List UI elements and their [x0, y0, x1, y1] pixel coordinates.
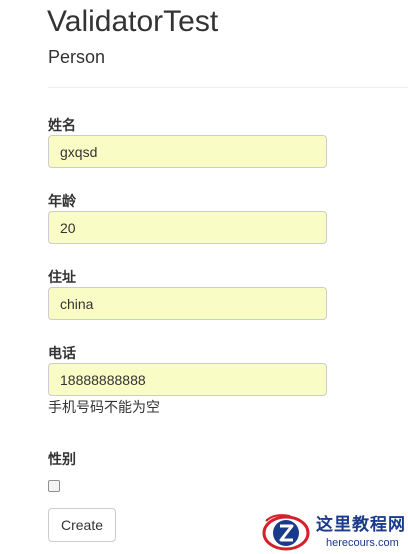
watermark: 这里教程网 herecours.com	[260, 511, 408, 554]
create-button[interactable]: Create	[48, 508, 116, 542]
name-input[interactable]	[48, 135, 327, 168]
age-input[interactable]	[48, 211, 327, 244]
name-label: 姓名	[48, 117, 76, 133]
gender-label: 性别	[48, 451, 76, 467]
gender-checkbox[interactable]	[48, 480, 60, 492]
page-title: ValidatorTest	[47, 5, 219, 38]
phone-label: 电话	[48, 345, 76, 361]
watermark-site-name: 这里教程网	[316, 515, 406, 534]
watermark-site-url: herecours.com	[326, 537, 399, 549]
address-input[interactable]	[48, 287, 327, 320]
address-label: 住址	[48, 269, 76, 285]
phone-input[interactable]	[48, 363, 327, 396]
divider	[48, 87, 408, 88]
phone-validation-message: 手机号码不能为空	[48, 399, 160, 415]
age-label: 年龄	[48, 193, 76, 209]
page-subtitle: Person	[48, 47, 106, 67]
watermark-logo-icon	[262, 514, 310, 551]
